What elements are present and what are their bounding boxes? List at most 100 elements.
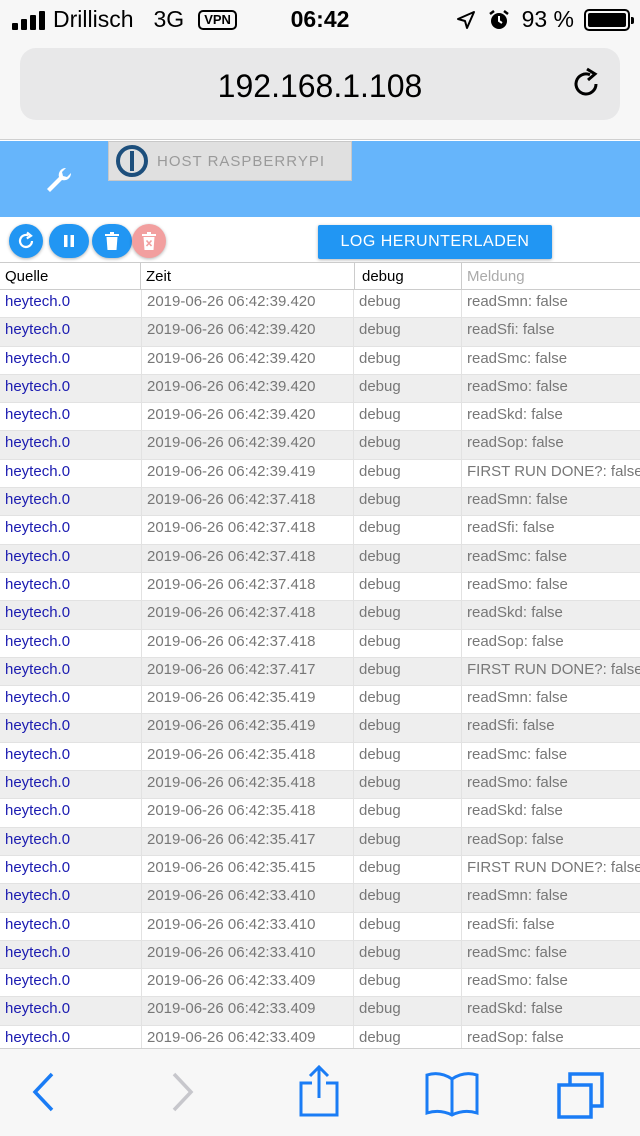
- table-row[interactable]: heytech.0 2019-06-26 06:42:33.409 debug rea…: [0, 997, 640, 1026]
- severity-select[interactable]: debug: [355, 263, 462, 290]
- log-time: 2019-06-26 06:42:33.409: [141, 969, 353, 998]
- log-source: heytech.0: [5, 830, 71, 848]
- log-source: heytech.0: [5, 689, 71, 707]
- log-source: heytech.0: [5, 377, 71, 395]
- table-row[interactable]: heytech.0 2019-06-26 06:42:39.419 debug FIR…: [0, 459, 640, 489]
- log-time: 2019-06-26 06:42:35.419: [141, 714, 353, 743]
- table-row[interactable]: heytech.0 2019-06-26 06:42:35.418 debug rea…: [0, 771, 640, 800]
- table-row[interactable]: heytech.0 2019-06-26 06:42:33.409 debug rea…: [0, 969, 640, 998]
- log-source: heytech.0: [5, 858, 71, 876]
- clear-log-button[interactable]: [132, 224, 166, 258]
- address-bar[interactable]: 192.168.1.108: [20, 48, 620, 120]
- table-row[interactable]: heytech.0 2019-06-26 06:42:37.418 debug rea…: [0, 629, 640, 658]
- log-time: 2019-06-26 06:42:35.418: [141, 742, 353, 771]
- log-time: 2019-06-26 06:42:37.417: [141, 657, 353, 686]
- table-row[interactable]: heytech.0 2019-06-26 06:42:37.417 debug FIR…: [0, 657, 640, 687]
- log-source: heytech.0: [5, 547, 71, 565]
- table-row[interactable]: heytech.0 2019-06-26 06:42:39.420 debug rea…: [0, 374, 640, 404]
- table-row[interactable]: heytech.0 2019-06-26 06:42:39.420 debug rea…: [0, 431, 640, 460]
- battery-icon: [584, 8, 634, 31]
- log-message: readSop: false: [461, 827, 640, 856]
- log-time: 2019-06-26 06:42:39.420: [141, 346, 353, 375]
- message-filter-input[interactable]: Meldung: [462, 263, 640, 290]
- log-severity: debug: [353, 742, 461, 771]
- log-time: 2019-06-26 06:42:33.409: [141, 1025, 353, 1048]
- host-label: HOST RASPBERRYPI: [157, 152, 325, 170]
- log-message: readSmn: false: [461, 488, 640, 517]
- column-time-filter[interactable]: Zeit: [141, 263, 355, 290]
- log-toolbar: LOG HERUNTERLADEN: [0, 217, 640, 263]
- tabs-icon[interactable]: [556, 1071, 606, 1121]
- severity-select-value[interactable]: debug: [359, 265, 459, 287]
- log-message: readSmn: false: [461, 686, 640, 715]
- log-severity: debug: [353, 601, 461, 630]
- log-severity: debug: [353, 290, 461, 318]
- table-row[interactable]: heytech.0 2019-06-26 06:42:35.418 debug rea…: [0, 799, 640, 828]
- log-severity: debug: [353, 912, 461, 941]
- log-severity: debug: [353, 997, 461, 1026]
- iobroker-logo-icon: [116, 145, 148, 177]
- log-severity: debug: [353, 827, 461, 856]
- log-severity: debug: [353, 1025, 461, 1048]
- table-row[interactable]: heytech.0 2019-06-26 06:42:35.418 debug rea…: [0, 742, 640, 772]
- table-row[interactable]: heytech.0 2019-06-26 06:42:35.419 debug rea…: [0, 714, 640, 743]
- log-severity: debug: [353, 403, 461, 432]
- host-button[interactable]: HOST RASPBERRYPI: [108, 141, 352, 181]
- table-row[interactable]: heytech.0 2019-06-26 06:42:35.419 debug rea…: [0, 686, 640, 715]
- log-time: 2019-06-26 06:42:33.409: [141, 997, 353, 1026]
- log-time: 2019-06-26 06:42:37.418: [141, 601, 353, 630]
- table-row[interactable]: heytech.0 2019-06-26 06:42:37.418 debug rea…: [0, 572, 640, 602]
- wrench-icon[interactable]: [44, 165, 74, 195]
- trash-x-icon: [142, 232, 156, 250]
- log-source: heytech.0: [5, 293, 71, 310]
- log-message: readSkd: false: [461, 403, 640, 432]
- log-time: 2019-06-26 06:42:35.415: [141, 855, 353, 884]
- table-row[interactable]: heytech.0 2019-06-26 06:42:39.420 debug rea…: [0, 346, 640, 375]
- table-row[interactable]: heytech.0 2019-06-26 06:42:33.410 debug rea…: [0, 912, 640, 941]
- log-message: readSmo: false: [461, 572, 640, 601]
- table-row[interactable]: heytech.0 2019-06-26 06:42:37.418 debug rea…: [0, 516, 640, 545]
- alarm-icon: [488, 9, 509, 29]
- table-row[interactable]: heytech.0 2019-06-26 06:42:39.420 debug rea…: [0, 290, 640, 319]
- table-row[interactable]: heytech.0 2019-06-26 06:42:37.418 debug rea…: [0, 488, 640, 517]
- table-row[interactable]: heytech.0 2019-06-26 06:42:33.409 debug rea…: [0, 1025, 640, 1048]
- log-message: readSmn: false: [461, 884, 640, 913]
- app-header: HOST RASPBERRYPI: [0, 141, 640, 217]
- log-time: 2019-06-26 06:42:33.410: [141, 912, 353, 941]
- delete-log-button[interactable]: [92, 224, 132, 258]
- table-row[interactable]: heytech.0 2019-06-26 06:42:33.410 debug rea…: [0, 940, 640, 970]
- log-severity: debug: [353, 459, 461, 488]
- reload-icon[interactable]: [568, 66, 604, 102]
- refresh-button[interactable]: [9, 224, 43, 258]
- table-row[interactable]: heytech.0 2019-06-26 06:42:35.415 debug FIR…: [0, 855, 640, 885]
- download-log-button[interactable]: LOG HERUNTERLADEN: [318, 225, 552, 259]
- log-source: heytech.0: [5, 915, 71, 933]
- table-row[interactable]: heytech.0 2019-06-26 06:42:39.420 debug rea…: [0, 318, 640, 347]
- table-row[interactable]: heytech.0 2019-06-26 06:42:35.417 debug rea…: [0, 827, 640, 856]
- status-bar: Drillisch 3G VPN 06:42 93 %: [0, 0, 640, 40]
- browser-address-area: 192.168.1.108: [0, 40, 640, 140]
- log-source: heytech.0: [5, 887, 71, 905]
- log-table-body: heytech.0 2019-06-26 06:42:39.420 debug rea…: [0, 290, 640, 1048]
- log-source: heytech.0: [5, 462, 71, 480]
- log-source: heytech.0: [5, 802, 71, 820]
- log-message: readSop: false: [461, 431, 640, 460]
- book-icon[interactable]: [424, 1071, 480, 1117]
- log-source: heytech.0: [5, 774, 71, 792]
- battery-percent: 93 %: [521, 6, 574, 32]
- table-row[interactable]: heytech.0 2019-06-26 06:42:39.420 debug rea…: [0, 403, 640, 432]
- column-source-filter[interactable]: Quelle: [0, 263, 141, 290]
- pause-button[interactable]: [49, 224, 89, 258]
- log-severity: debug: [353, 714, 461, 743]
- log-message: readSkd: false: [461, 601, 640, 630]
- log-severity: debug: [353, 686, 461, 715]
- table-row[interactable]: heytech.0 2019-06-26 06:42:37.418 debug rea…: [0, 544, 640, 573]
- chevron-left-icon[interactable]: [30, 1071, 56, 1113]
- table-row[interactable]: heytech.0 2019-06-26 06:42:33.410 debug rea…: [0, 884, 640, 913]
- log-severity: debug: [353, 544, 461, 573]
- log-severity: debug: [353, 799, 461, 828]
- table-row[interactable]: heytech.0 2019-06-26 06:42:37.418 debug rea…: [0, 601, 640, 630]
- url-text[interactable]: 192.168.1.108: [20, 68, 620, 105]
- share-icon[interactable]: [298, 1065, 340, 1117]
- log-source: heytech.0: [5, 660, 71, 678]
